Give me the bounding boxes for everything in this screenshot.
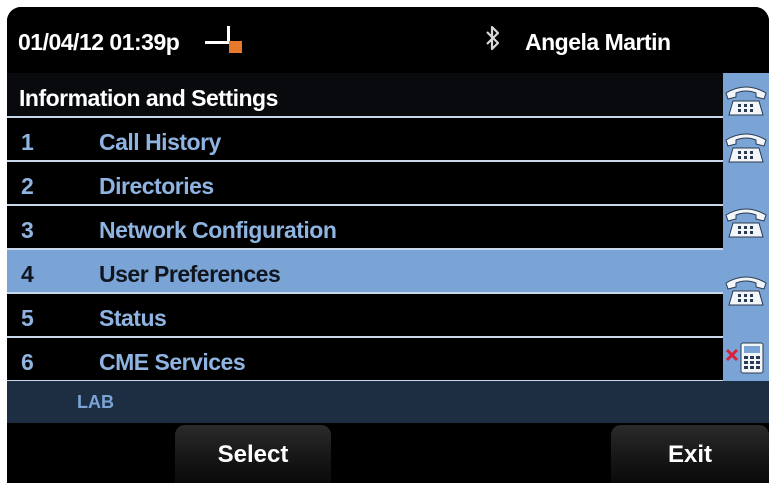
line-key-bar bbox=[723, 73, 769, 381]
menu-item-directories[interactable]: 2 Directories bbox=[7, 162, 723, 206]
phone-line-icon[interactable] bbox=[723, 126, 769, 166]
menu-item-number: 4 bbox=[21, 261, 34, 287]
user-name: Angela Martin bbox=[525, 29, 671, 55]
phone-line-icon[interactable] bbox=[723, 269, 769, 309]
settings-menu: Information and Settings 1 Call History … bbox=[7, 73, 723, 382]
exit-softkey[interactable]: Exit bbox=[611, 425, 769, 483]
select-softkey[interactable]: Select bbox=[175, 425, 331, 483]
menu-title-row: Information and Settings bbox=[7, 73, 723, 118]
softkey-bar: Select Exit bbox=[7, 423, 769, 483]
menu-item-number: 5 bbox=[21, 305, 34, 331]
menu-item-status[interactable]: 5 Status bbox=[7, 294, 723, 338]
phone-line-icon[interactable] bbox=[723, 201, 769, 241]
menu-item-user-preferences[interactable]: 4 User Preferences bbox=[7, 250, 723, 294]
menu-item-label: User Preferences bbox=[99, 261, 281, 287]
menu-item-cme-services[interactable]: 6 CME Services bbox=[7, 338, 723, 382]
menu-item-number: 1 bbox=[21, 129, 34, 155]
menu-item-number: 2 bbox=[21, 173, 34, 199]
status-strip: LAB bbox=[7, 381, 769, 423]
menu-item-number: 6 bbox=[21, 349, 34, 375]
speed-dial-unavailable-icon[interactable] bbox=[723, 338, 769, 378]
phone-screen: 01/04/12 01:39p Angela Martin Informatio… bbox=[7, 7, 769, 483]
menu-title: Information and Settings bbox=[19, 85, 278, 111]
bluetooth-icon bbox=[486, 25, 500, 51]
menu-item-label: Directories bbox=[99, 173, 214, 199]
menu-item-call-history[interactable]: 1 Call History bbox=[7, 118, 723, 162]
menu-item-label: Network Configuration bbox=[99, 217, 337, 243]
menu-item-network-configuration[interactable]: 3 Network Configuration bbox=[7, 206, 723, 250]
menu-item-label: Status bbox=[99, 305, 167, 331]
status-label: LAB bbox=[77, 392, 114, 412]
offhook-handset-icon bbox=[205, 26, 242, 53]
phone-line-icon[interactable] bbox=[723, 79, 769, 119]
menu-item-label: Call History bbox=[99, 129, 221, 155]
menu-item-number: 3 bbox=[21, 217, 34, 243]
menu-item-label: CME Services bbox=[99, 349, 246, 375]
status-header: 01/04/12 01:39p Angela Martin bbox=[7, 7, 769, 72]
date-time: 01/04/12 01:39p bbox=[18, 29, 180, 55]
